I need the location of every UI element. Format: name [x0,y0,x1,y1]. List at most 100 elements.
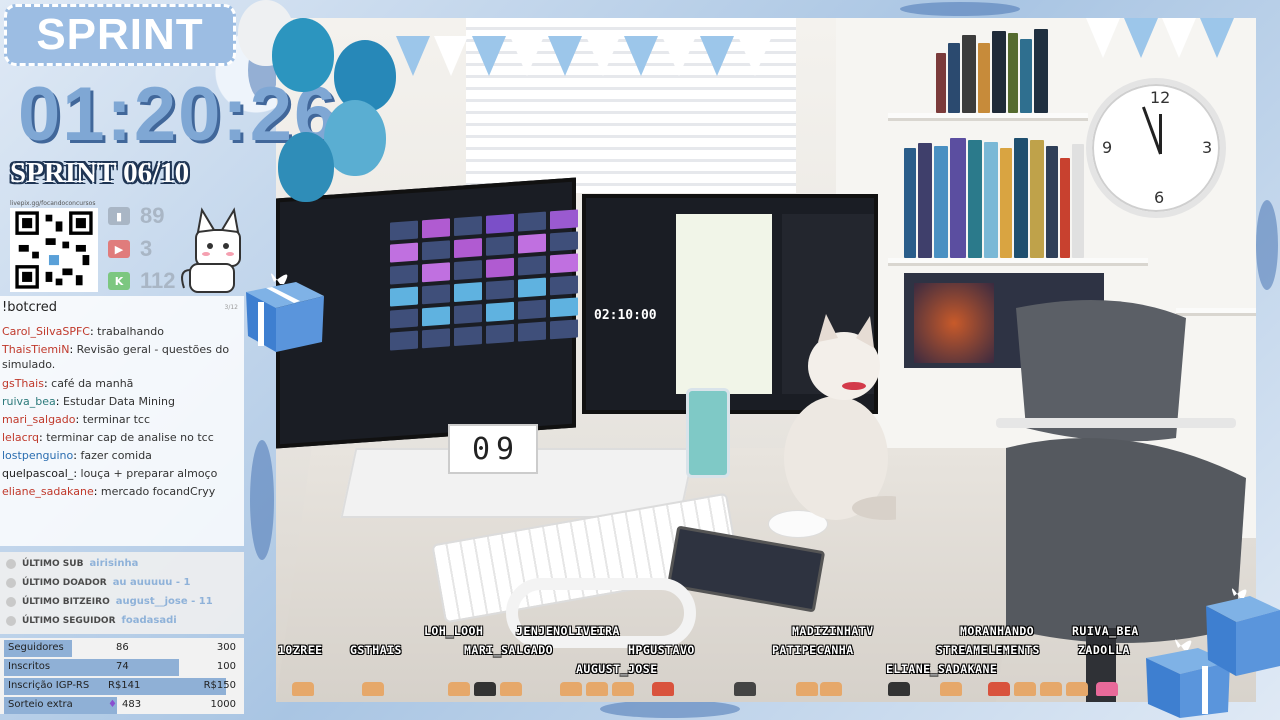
credit-name: MADIZINHATV [792,624,874,638]
goals-panel: Seguidores 86 300 Inscritos 74 100 Inscr… [0,638,244,714]
goal-igp-rs: Inscrição IGP-RS R$141 R$150 [4,678,240,695]
pixel-cat-icon [474,682,496,696]
dollar-icon [6,577,16,588]
goal-label: Inscritos [8,661,51,672]
pixel-cat-icon [292,682,314,696]
twitch-viewer-count: 89 [140,203,165,228]
kick-viewers: K 112 [108,268,176,294]
bunting [1086,18,1238,58]
pixel-cat-icon [1066,682,1088,696]
gem-icon: ♦ [108,699,117,710]
chat-message: ruiva_bea: Estudar Data Mining [2,395,175,408]
frame-splash [1256,200,1278,290]
sprint-title-badge: SPRINT [4,4,236,66]
chat-username[interactable]: mari_salgado [2,413,76,426]
goal-target: R$150 [203,680,236,691]
credit-name: 10ZREE [278,643,323,657]
latest-bits: ÚLTIMO BITZEIRO august__jose - 11 [6,596,213,607]
credit-name: HPGUSTAVO [628,643,695,657]
chat-username[interactable]: ThaisTiemiN [2,343,69,356]
latest-label: ÚLTIMO SEGUIDOR [22,615,116,626]
goal-target: 100 [216,661,236,672]
chat-message: lelacrq: terminar cap de analise no tcc [2,431,214,444]
qr-caption: livepix.gg/focandoconcursos [10,200,96,207]
chat-username[interactable]: lelacrq [2,431,39,444]
chat-message: lostpenguino: fazer comida [2,449,152,462]
latest-label: ÚLTIMO DOADOR [22,577,107,588]
twitch-icon: ▮ [108,207,130,225]
pixel-cat-icon [362,682,384,696]
latest-value: au auuuuu - 1 [112,577,191,588]
pixel-cat-icon [820,682,842,696]
chat-username[interactable]: eliane_sadakane [2,485,94,498]
credit-name: RUIVA_BEA [1072,624,1139,638]
shelf [888,258,1148,266]
bookshelf-top [936,23,1096,113]
youtube-viewers: ▶ 3 [108,236,152,262]
goal-target: 300 [216,642,236,653]
chat-text: louça + preparar almoço [80,467,218,480]
shelf [888,113,1088,121]
kick-icon: K [108,272,130,290]
chat-message: mari_salgado: terminar tcc [2,413,151,426]
latest-sub: ÚLTIMO SUB airisinha [6,558,138,569]
gift-icon [1206,588,1280,676]
chat-message: eliane_sadakane: mercado focandCryy [2,485,216,498]
latest-value: foadasadi [121,615,177,626]
calendar-digit: 9 [496,431,515,467]
goal-label: Sorteio extra [8,699,73,710]
credit-name: LOH_LOOH [424,624,484,638]
credit-name: AUGUST_JOSE [576,662,658,676]
chat-username[interactable]: ruiva_bea [2,395,56,408]
frame-splash [600,700,740,718]
pixel-cat-icon [888,682,910,696]
credit-name: GSTHAIS [350,643,402,657]
chat-username[interactable]: Carol_SilvaSPFC [2,325,90,338]
youtube-viewer-count: 3 [140,236,153,261]
goal-subscribers: Inscritos 74 100 [4,659,240,676]
document-window [676,214,772,394]
chat-username[interactable]: gsThais [2,377,44,390]
latest-value: airisinha [89,558,139,569]
latest-label: ÚLTIMO SUB [22,558,84,569]
phone [686,388,730,478]
credit-name: MORANHANDO [960,624,1035,638]
heart-icon [1096,682,1118,696]
desk-calendar: 0 9 [448,424,538,474]
youtube-icon: ▶ [108,240,130,258]
goal-current: 86 [116,642,129,653]
balloon [272,18,334,92]
pixel-cat-icon [612,682,634,696]
chat-text: terminar tcc [82,413,151,426]
pixel-cat-icon [988,682,1010,696]
chat-panel: !botcred 3/12 Carol_SilvaSPFC: trabalhan… [0,296,244,546]
frame-splash [250,440,274,560]
bits-icon [6,596,16,607]
credit-name: MARI_SALGADO [464,643,554,657]
chat-username[interactable]: lostpenguino [2,449,73,462]
chat-text: fazer comida [80,449,152,462]
goal-current: 483 [122,699,142,710]
chat-username[interactable]: quelpascoal_ [2,467,73,480]
star-icon [6,558,16,569]
twitch-viewers: ▮ 89 [108,203,164,229]
kick-viewer-count: 112 [140,268,176,293]
balloon [278,132,334,202]
goal-current: 74 [116,661,129,672]
gift-icon [246,273,324,352]
chat-text: terminar cap de analise no tcc [46,431,214,444]
credit-name: PATIPECANHA [772,643,854,657]
pixel-cat-icon [734,682,756,696]
pixel-cat-icon [448,682,470,696]
pixel-cat-icon [586,682,608,696]
bunting [396,36,776,76]
frame-splash [900,2,1020,16]
goal-label: Inscrição IGP-RS [8,680,90,691]
credit-name: JENJENOLIVEIRA [516,624,620,638]
chat-text: Estudar Data Mining [63,395,175,408]
chat-count: 3/12 [224,304,238,311]
heart-icon [6,615,16,626]
pixel-cat-icon [560,682,582,696]
chat-text: trabalhando [97,325,164,338]
latest-donor: ÚLTIMO DOADOR au auuuuu - 1 [6,577,190,588]
